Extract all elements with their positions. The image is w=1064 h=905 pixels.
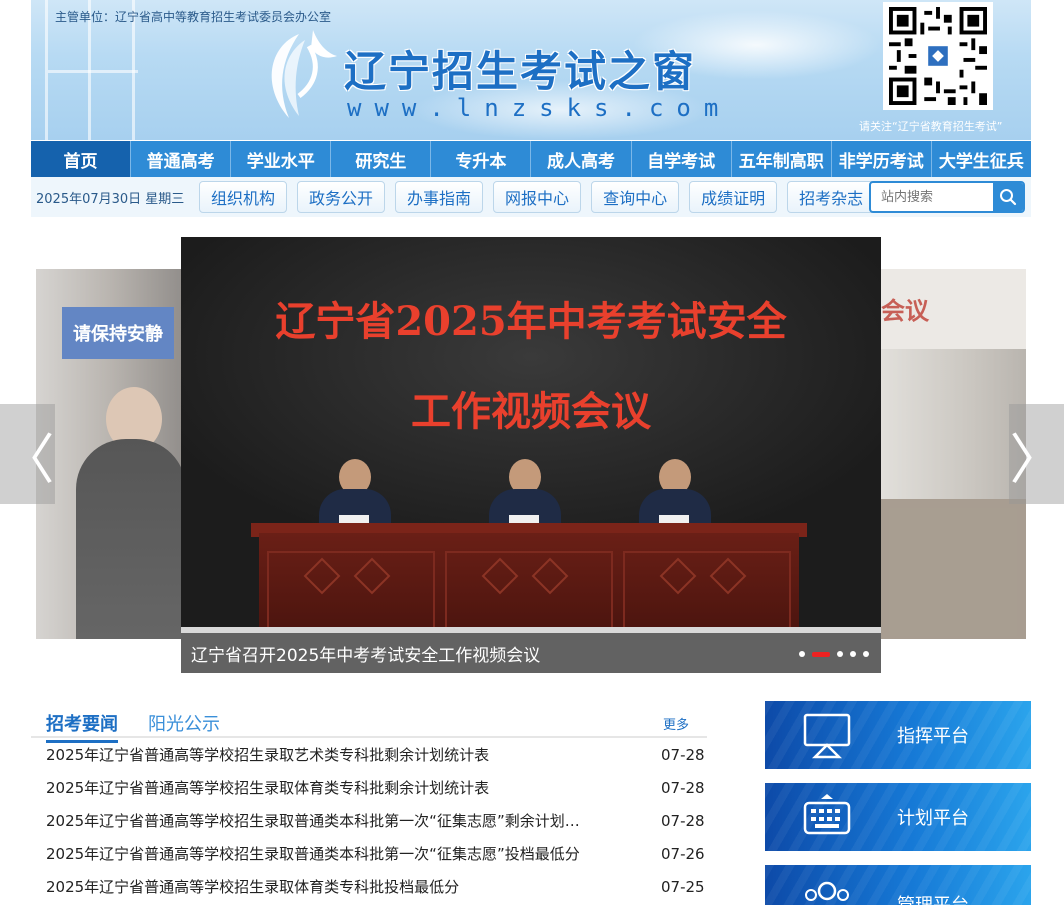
search-input[interactable] [871, 183, 993, 211]
registration-button[interactable]: 网报中心 [493, 181, 582, 213]
org-button[interactable]: 组织机构 [199, 181, 288, 213]
platform-label: 指挥平台 [897, 726, 969, 747]
monitor-icon [803, 713, 851, 759]
main-nav: 首页 普通高考 学业水平 研究生 专升本 成人高考 自学考试 五年制高职 非学历… [31, 141, 1031, 177]
magazine-button[interactable]: 招考杂志 [787, 181, 876, 213]
dove-logo-icon[interactable] [259, 26, 339, 126]
nav-item-upgrade[interactable]: 专升本 [431, 141, 532, 177]
nav-item-conscription[interactable]: 大学生征兵 [932, 141, 1031, 177]
nav-item-adult-exam[interactable]: 成人高考 [531, 141, 632, 177]
search-icon [1000, 189, 1017, 206]
nav-item-self-study[interactable]: 自学考试 [632, 141, 732, 177]
slide-dots [792, 651, 869, 657]
certificate-button[interactable]: 成绩证明 [689, 181, 778, 213]
platform-label: 管理平台 [897, 891, 969, 905]
command-platform-button[interactable]: 指挥平台 [765, 701, 1031, 769]
officer-figure [319, 459, 391, 537]
news-item-date: 07-28 [661, 778, 705, 797]
news-item-date: 07-28 [661, 745, 705, 764]
platform-label: 计划平台 [897, 808, 969, 829]
news-item[interactable]: 2025年辽宁省普通高等学校招生录取体育类专科批剩余计划统计表 07-28 [31, 771, 707, 804]
slide-dot[interactable] [837, 651, 843, 657]
nav-item-graduate[interactable]: 研究生 [331, 141, 432, 177]
guide-button[interactable]: 办事指南 [395, 181, 484, 213]
prev-slide-overlay [36, 269, 181, 639]
chevron-left-icon: 〈 [0, 427, 55, 491]
site-title[interactable]: 辽宁招生考试之窗 [344, 38, 696, 99]
news-carousel: 请保持安静 会议 辽宁省2025年中考考试安全 工作视频会议 辽宁省召开2025… [0, 237, 1064, 673]
news-item-date: 07-25 [661, 877, 705, 896]
slide-caption-bar: 辽宁省召开2025年中考考试安全工作视频会议 [181, 633, 881, 673]
plan-platform-button[interactable]: 计划平台 [765, 783, 1031, 851]
news-item-title[interactable]: 2025年辽宁省普通高等学校招生录取体育类专科批剩余计划统计表 [46, 777, 636, 798]
news-item-title[interactable]: 2025年辽宁省普通高等学校招生录取普通类本科批第一次“征集志愿”投档最低分 [46, 843, 636, 864]
news-item-title[interactable]: 2025年辽宁省普通高等学校招生录取普通类本科批第一次“征集志愿”剩余计划… [46, 810, 636, 831]
news-item[interactable]: 2025年辽宁省普通高等学校招生录取普通类本科批第一次“征集志愿”投档最低分 0… [31, 837, 707, 870]
qr-caption: 请关注“辽宁省教育招生考试” [859, 120, 1003, 133]
people-icon [805, 881, 849, 901]
chevron-right-icon: 〉 [1009, 427, 1064, 491]
news-section: 招考要闻 阳光公示 更多 2025年辽宁省普通高等学校招生录取艺术类专科批剩余计… [31, 706, 707, 903]
management-platform-button[interactable]: 管理平台 [765, 865, 1031, 905]
nav-item-academic-level[interactable]: 学业水平 [231, 141, 332, 177]
news-item-title[interactable]: 2025年辽宁省普通高等学校招生录取体育类专科批投档最低分 [46, 876, 636, 897]
nav-item-five-year[interactable]: 五年制高职 [732, 141, 832, 177]
news-item-title[interactable]: 2025年辽宁省普通高等学校招生录取艺术类专科批剩余计划统计表 [46, 744, 636, 765]
slide-dot[interactable] [799, 651, 805, 657]
news-item-date: 07-26 [661, 844, 705, 863]
prev-arrow-button[interactable]: 〈 [0, 404, 55, 504]
qr-code-icon [889, 7, 987, 105]
next-arrow-button[interactable]: 〉 [1009, 404, 1064, 504]
news-item-date: 07-28 [661, 811, 705, 830]
sub-nav: 2025年07月30日 星期三 组织机构 政务公开 办事指南 网报中心 查询中心… [31, 177, 1031, 217]
news-tabs: 招考要闻 阳光公示 更多 [31, 706, 707, 743]
nav-item-gaokao[interactable]: 普通高考 [131, 141, 232, 177]
nav-item-home[interactable]: 首页 [31, 141, 132, 177]
podium [259, 533, 799, 637]
gov-affairs-button[interactable]: 政务公开 [297, 181, 386, 213]
news-item[interactable]: 2025年辽宁省普通高等学校招生录取普通类本科批第一次“征集志愿”剩余计划… 0… [31, 804, 707, 837]
nav-item-non-degree[interactable]: 非学历考试 [832, 141, 932, 177]
slide-dot[interactable] [812, 651, 830, 657]
officer-figure [639, 459, 711, 537]
search-box [869, 181, 1025, 213]
search-button[interactable] [993, 183, 1023, 211]
qr-code [883, 2, 993, 110]
current-date: 2025年07月30日 星期三 [36, 191, 185, 207]
news-more-link[interactable]: 更多 [663, 714, 689, 733]
slide-dot[interactable] [863, 651, 869, 657]
header-banner: 主管单位：辽宁省高中等教育招生考试委员会办公室 辽宁招生考试之窗 www.lnz… [31, 0, 1031, 140]
slide-dot[interactable] [850, 651, 856, 657]
slide-heading-line2: 工作视频会议 [411, 388, 651, 435]
site-url[interactable]: www.lnzsks.com [347, 94, 731, 122]
news-item[interactable]: 2025年辽宁省普通高等学校招生录取体育类专科批投档最低分 07-25 [31, 870, 707, 903]
supervisor-text: 主管单位：辽宁省高中等教育招生考试委员会办公室 [55, 10, 332, 24]
slide-heading-line1: 辽宁省2025年中考考试安全 [275, 298, 787, 345]
officer-figure [489, 459, 561, 537]
current-slide[interactable]: 辽宁省2025年中考考试安全 工作视频会议 辽宁省召开2025年中考考试安全工作… [181, 237, 881, 673]
query-button[interactable]: 查询中心 [591, 181, 680, 213]
news-item[interactable]: 2025年辽宁省普通高等学校招生录取艺术类专科批剩余计划统计表 07-28 [31, 738, 707, 771]
slide-caption[interactable]: 辽宁省召开2025年中考考试安全工作视频会议 [191, 641, 540, 666]
tab-public-notice[interactable]: 阳光公示 [148, 710, 220, 736]
next-slide-overlay [881, 269, 1026, 639]
keyboard-icon [803, 794, 851, 835]
